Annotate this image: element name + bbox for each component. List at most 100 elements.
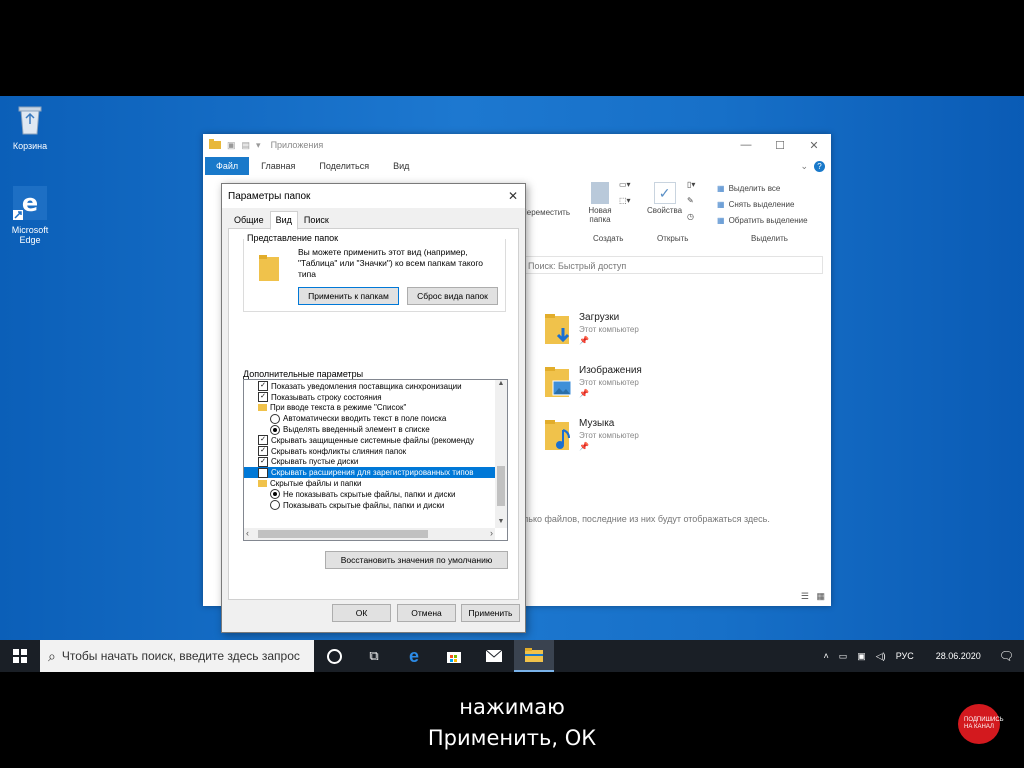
scroll-left-icon[interactable]: ‹: [246, 528, 249, 538]
invert-selection-button[interactable]: ▦ Обратить выделение: [717, 212, 808, 228]
chevron-up-icon[interactable]: ˄: [823, 651, 828, 661]
tab-home[interactable]: Главная: [249, 161, 307, 171]
system-tray: ˄ ▭ ▣ ◁) РУС 28.06.2020 🗨: [823, 640, 1024, 672]
close-button[interactable]: ✕: [797, 139, 831, 152]
tab-view[interactable]: Вид: [381, 161, 421, 171]
subscribe-badge[interactable]: ПОДПИШИСЬ НА КАНАЛ: [958, 704, 1004, 744]
checkbox-checked[interactable]: ✓: [258, 392, 268, 403]
help-icon[interactable]: ?: [814, 160, 825, 172]
settings-row[interactable]: ✓ Показывать строку состояния: [244, 392, 507, 403]
checkbox-checked[interactable]: ✓: [258, 456, 268, 467]
maximize-button[interactable]: ☐: [763, 139, 797, 152]
tab-view[interactable]: Вид: [269, 211, 298, 230]
history-icon[interactable]: ◷: [687, 212, 694, 221]
quick-access-item[interactable]: Музыка Этот компьютер 📌: [543, 418, 639, 455]
properties-button[interactable]: ✓ Свойства: [647, 182, 682, 215]
settings-row[interactable]: ✓ Скрывать конфликты слияния папок: [244, 446, 507, 457]
select-none-button[interactable]: ▦ Снять выделение: [717, 196, 808, 212]
settings-row[interactable]: Автоматически вводить текст в поле поиск…: [244, 413, 507, 424]
dialog-close-button[interactable]: ✕: [501, 189, 525, 203]
settings-row-label: Не показывать скрытые файлы, папки и дис…: [283, 489, 456, 499]
ok-button[interactable]: ОК: [332, 604, 391, 622]
taskbar-explorer[interactable]: [514, 640, 554, 672]
tab-general[interactable]: Общие: [228, 211, 270, 229]
taskbar-search[interactable]: ⌕ Чтобы начать поиск, введите здесь запр…: [40, 640, 314, 672]
tab-file[interactable]: Файл: [205, 157, 250, 175]
radio-selected[interactable]: [270, 424, 280, 435]
start-button[interactable]: [0, 640, 40, 672]
minimize-button[interactable]: —: [729, 139, 763, 151]
quick-access-sub: Этот компьютер: [579, 378, 639, 387]
radio-selected[interactable]: [270, 489, 280, 500]
scroll-thumb-h[interactable]: [258, 530, 428, 538]
details-view-icon[interactable]: ☰: [801, 591, 809, 602]
checkbox-checked[interactable]: ✓: [258, 381, 268, 392]
tab-search[interactable]: Поиск: [298, 211, 335, 229]
scroll-up-icon[interactable]: ▲: [495, 380, 507, 390]
settings-row[interactable]: Показывать скрытые файлы, папки и диски: [244, 500, 507, 511]
notifications-icon[interactable]: 🗨: [999, 649, 1014, 663]
chevron-up-icon[interactable]: ⌄: [800, 161, 814, 172]
store-icon: [447, 652, 461, 663]
network-icon[interactable]: ▣: [857, 651, 866, 662]
edit-icon[interactable]: ✎: [687, 196, 694, 205]
edge-icon: e: [0, 186, 60, 222]
radio-unselected[interactable]: [270, 500, 280, 511]
settings-row[interactable]: Скрытые файлы и папки: [244, 478, 507, 489]
apply-to-folders-button[interactable]: Применить к папкам: [298, 287, 399, 305]
checkbox-checked[interactable]: ✓: [258, 446, 268, 457]
desktop-icon-recycle-bin[interactable]: Корзина: [0, 102, 60, 151]
folder-icon: [258, 404, 267, 412]
taskbar-search-placeholder: Чтобы начать поиск, введите здесь запрос: [61, 649, 300, 663]
battery-icon[interactable]: ▭: [839, 651, 848, 662]
vertical-scrollbar[interactable]: ▲ ▼: [495, 380, 507, 528]
language-indicator[interactable]: РУС: [896, 651, 914, 661]
explorer-titlebar: ▣ ▤ ▾ Приложения — ☐ ✕: [203, 134, 831, 156]
settings-row[interactable]: Скрывать расширения для зарегистрированн…: [244, 467, 507, 479]
tab-share[interactable]: Поделиться: [307, 161, 381, 171]
cortana-button[interactable]: [314, 640, 354, 672]
chevron-down-icon[interactable]: ▾: [256, 140, 261, 151]
properties-quick-icon[interactable]: ▣: [227, 140, 236, 151]
move-to-button[interactable]: Переместить: [521, 208, 570, 217]
settings-row[interactable]: ✓ Скрывать пустые диски: [244, 456, 507, 468]
horizontal-scrollbar[interactable]: ‹ ›: [244, 528, 495, 540]
settings-row-label: Скрытые файлы и папки: [270, 479, 362, 489]
settings-row-label: Скрывать расширения для зарегистрированн…: [271, 468, 474, 478]
taskbar-store[interactable]: [434, 640, 474, 672]
apply-button[interactable]: Применить: [461, 604, 520, 622]
settings-row[interactable]: При вводе текста в режиме "Список": [244, 403, 507, 414]
clock-date[interactable]: 28.06.2020: [936, 651, 981, 661]
quick-access-item[interactable]: Загрузки Этот компьютер 📌: [543, 312, 639, 349]
new-folder-button[interactable]: Новая папка: [585, 182, 615, 224]
cortana-icon: [326, 648, 342, 664]
task-view-button[interactable]: ⧉: [354, 640, 394, 672]
cancel-button[interactable]: Отмена: [397, 604, 456, 622]
checkbox-checked[interactable]: ✓: [258, 435, 268, 446]
desktop-icon-edge[interactable]: e Microsoft Edge: [0, 186, 60, 245]
settings-row[interactable]: ✓ Показать уведомления поставщика синхрон…: [244, 381, 507, 392]
settings-row[interactable]: ✓ Скрывать защищенные системные файлы (ре…: [244, 435, 507, 446]
scroll-right-icon[interactable]: ›: [490, 528, 493, 538]
new-item-icon[interactable]: ▭▾: [619, 180, 631, 189]
scroll-thumb[interactable]: [497, 466, 505, 506]
volume-icon[interactable]: ◁): [876, 651, 886, 662]
quick-access-item[interactable]: Изображения Этот компьютер 📌: [543, 365, 642, 402]
search-box[interactable]: Поиск: Быстрый доступ: [523, 256, 823, 274]
taskbar-edge[interactable]: e: [394, 640, 434, 672]
taskbar-mail[interactable]: [474, 640, 514, 672]
restore-defaults-button[interactable]: Восстановить значения по умолчанию: [325, 551, 508, 569]
settings-row[interactable]: Не показывать скрытые файлы, папки и дис…: [244, 489, 507, 500]
open-icon[interactable]: ▯▾: [687, 180, 695, 189]
radio-unselected[interactable]: [270, 413, 280, 424]
checkbox-unchecked[interactable]: [258, 467, 268, 478]
scroll-down-icon[interactable]: ▼: [495, 518, 507, 528]
new-folder-quick-icon[interactable]: ▤: [242, 140, 251, 151]
music-folder-icon: [543, 418, 573, 455]
reset-folders-button[interactable]: Сброс вида папок: [407, 287, 498, 305]
easy-access-icon[interactable]: ⬚▾: [619, 196, 631, 205]
desktop-icon-label: Корзина: [12, 141, 48, 151]
large-icons-view-icon[interactable]: ▦: [816, 591, 825, 602]
settings-row[interactable]: Выделять введенный элемент в списке: [244, 424, 507, 435]
select-all-button[interactable]: ▦ Выделить все: [717, 180, 808, 196]
